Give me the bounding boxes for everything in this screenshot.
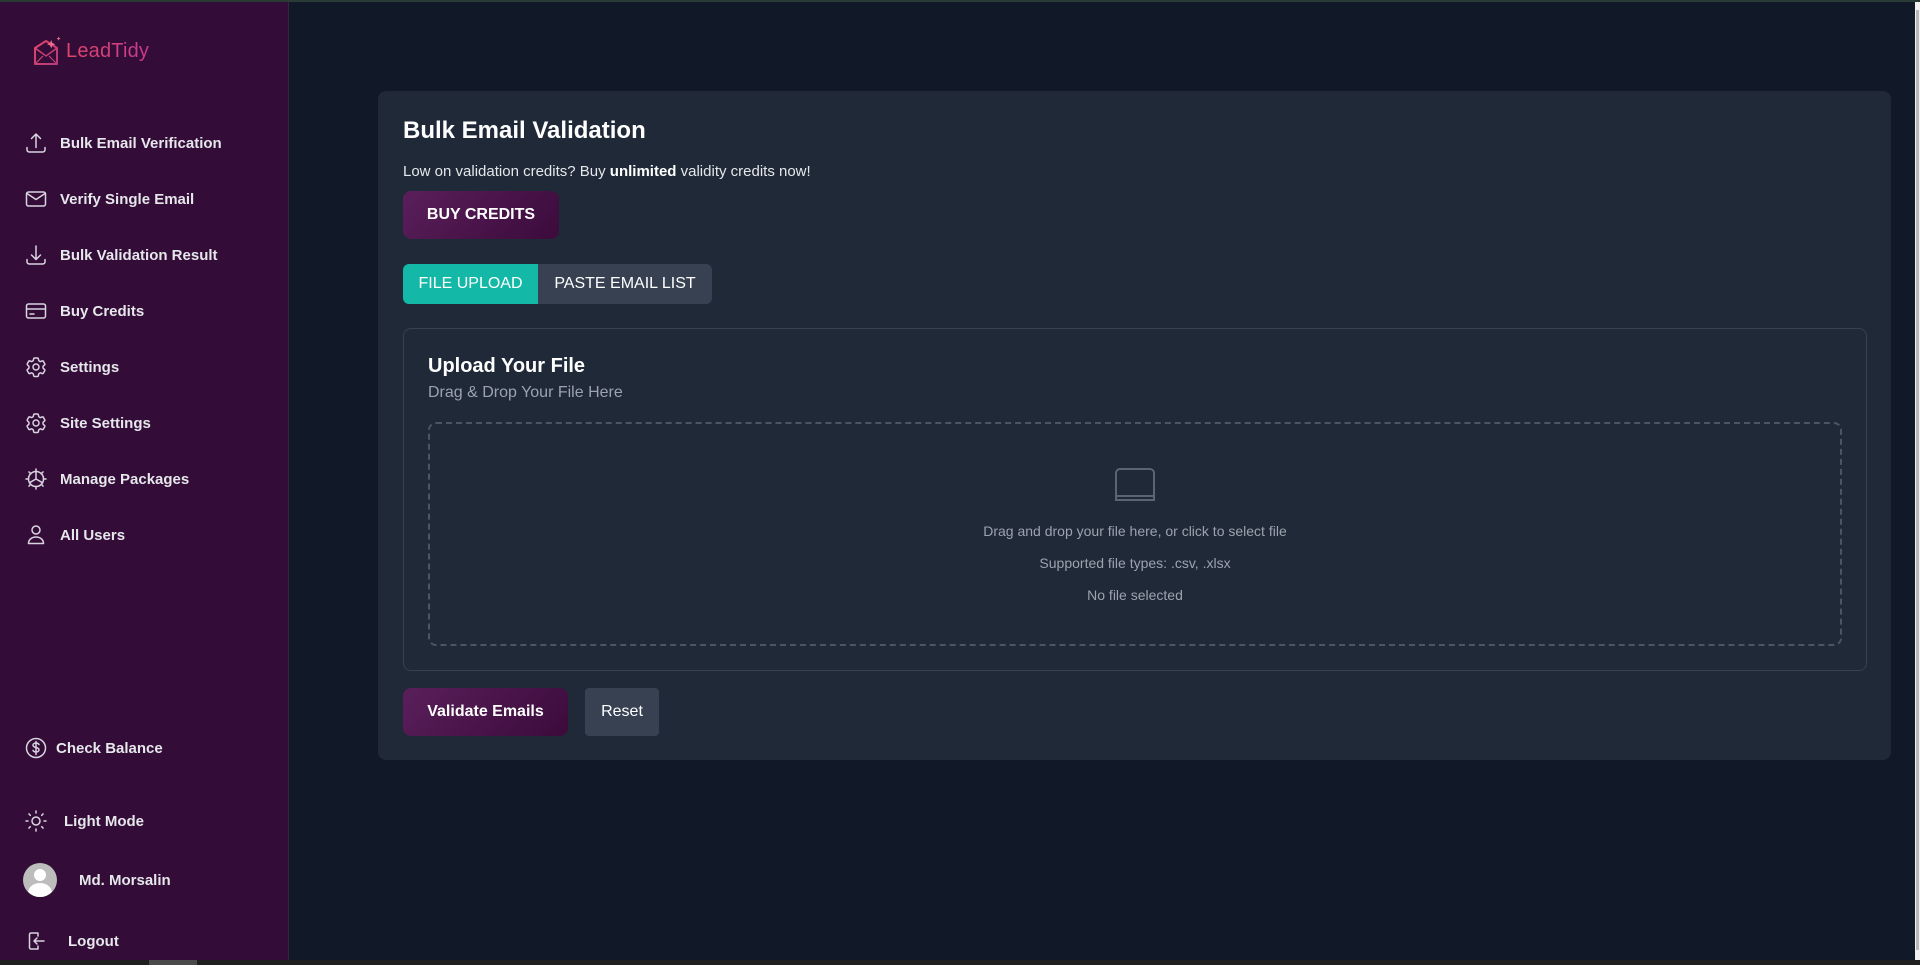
user-profile[interactable]: Md. Morsalin — [23, 863, 171, 897]
vertical-scrollbar-thumb[interactable] — [1916, 10, 1919, 950]
horizontal-scrollbar-thumb[interactable] — [149, 960, 197, 965]
supported-file-types: Supported file types: .csv, .xlsx — [1039, 555, 1231, 571]
sidebar-item-label: Buy Credits — [60, 302, 145, 320]
page-title: Bulk Email Validation — [403, 117, 646, 144]
credits-promo-text: Low on validation credits? Buy unlimited… — [403, 163, 811, 180]
gear-icon — [26, 357, 46, 378]
logo[interactable]: LeadTidy — [32, 35, 149, 67]
promo-text-end: validity credits now! — [676, 163, 811, 180]
input-mode-tabs: FILE UPLOAD PASTE EMAIL LIST — [403, 264, 712, 304]
sidebar-item-label: Bulk Validation Result — [60, 246, 218, 264]
sidebar-item-label: Verify Single Email — [60, 190, 195, 208]
laptop-icon — [1115, 468, 1155, 501]
sidebar-item-bulk-email-verification[interactable]: Bulk Email Verification — [24, 128, 222, 158]
upload-subtitle: Drag & Drop Your File Here — [428, 384, 623, 401]
upload-icon — [26, 133, 46, 153]
buy-credits-button[interactable]: BUY CREDITS — [403, 191, 559, 239]
horizontal-scrollbar[interactable] — [0, 960, 1920, 965]
logout-label: Logout — [68, 932, 119, 950]
gear-icon — [26, 413, 46, 434]
sidebar-item-label: All Users — [60, 526, 126, 544]
sidebar-item-settings[interactable]: Settings — [24, 352, 119, 382]
check-balance-label: Check Balance — [56, 739, 163, 757]
packages-cog-icon — [25, 468, 47, 490]
theme-toggle-label: Light Mode — [64, 812, 144, 830]
upload-title: Upload Your File — [428, 355, 586, 377]
validate-emails-button[interactable]: Validate Emails — [403, 688, 568, 736]
sidebar-item-buy-credits[interactable]: Buy Credits — [24, 296, 144, 326]
sidebar-item-label: Settings — [60, 358, 120, 376]
promo-text-start: Low on validation credits? Buy — [403, 163, 610, 180]
vertical-scrollbar[interactable] — [1915, 2, 1920, 960]
file-dropzone[interactable]: Drag and drop your file here, or click t… — [428, 422, 1842, 646]
sun-icon — [25, 810, 47, 832]
sidebar-item-bulk-validation-result[interactable]: Bulk Validation Result — [24, 240, 218, 270]
logo-text: LeadTidy — [66, 39, 150, 62]
logout-icon — [28, 932, 45, 950]
logout-button[interactable]: Logout — [24, 926, 119, 956]
bulk-validation-card: Bulk Email Validation Low on validation … — [378, 91, 1891, 760]
tab-file-upload[interactable]: FILE UPLOAD — [403, 264, 538, 304]
credit-card-icon — [25, 303, 47, 319]
theme-toggle[interactable]: Light Mode — [24, 806, 144, 836]
sidebar-item-all-users[interactable]: All Users — [24, 520, 125, 550]
sidebar: LeadTidy Bulk Email Verification Verify … — [0, 2, 289, 960]
check-balance-button[interactable]: Check Balance — [24, 733, 163, 763]
drop-instruction: Drag and drop your file here, or click t… — [983, 523, 1287, 539]
upload-section: Upload Your File Drag & Drop Your File H… — [403, 328, 1867, 671]
reset-button[interactable]: Reset — [585, 688, 659, 736]
sidebar-item-label: Bulk Email Verification — [60, 134, 222, 152]
tab-paste-email-list[interactable]: PASTE EMAIL LIST — [538, 264, 712, 304]
download-icon — [26, 245, 46, 265]
user-icon — [27, 525, 45, 545]
sidebar-item-verify-single-email[interactable]: Verify Single Email — [24, 184, 194, 214]
sidebar-item-site-settings[interactable]: Site Settings — [24, 408, 151, 438]
envelope-sparkle-icon — [34, 36, 61, 65]
mail-icon — [25, 191, 47, 207]
dollar-circle-icon — [25, 737, 47, 759]
sidebar-item-manage-packages[interactable]: Manage Packages — [24, 464, 189, 494]
avatar — [23, 863, 57, 897]
file-status: No file selected — [1087, 587, 1183, 603]
sidebar-item-label: Site Settings — [60, 414, 151, 432]
user-name: Md. Morsalin — [79, 871, 171, 889]
sidebar-item-label: Manage Packages — [60, 470, 190, 488]
promo-text-bold: unlimited — [609, 163, 677, 180]
